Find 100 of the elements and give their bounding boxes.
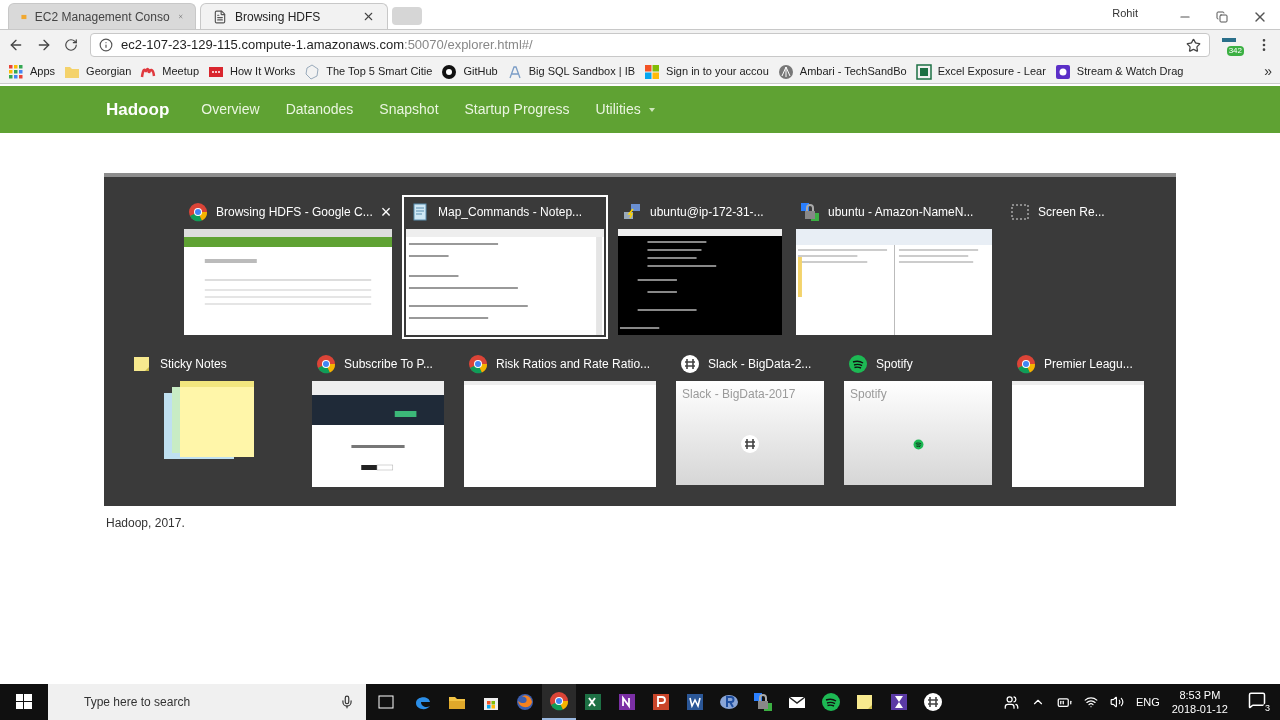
restore-icon[interactable] — [1216, 11, 1228, 23]
people-icon[interactable] — [1003, 694, 1019, 710]
url-text: ec2-107-23-129-115.compute-1.amazonaws.com:50070/explorer.html#/ — [121, 36, 533, 55]
window-thumbnail[interactable]: Sticky Notes — [124, 347, 296, 491]
window-title: Subscribe To P... — [344, 356, 434, 373]
close-icon[interactable] — [362, 10, 375, 23]
window-title: ubuntu - Amazon-NameN... — [828, 204, 975, 221]
window-thumbnail[interactable]: Browsing HDFS - Google C... × — [180, 195, 396, 339]
slack-icon — [740, 434, 760, 454]
powerpoint-icon — [651, 692, 671, 712]
footer-text: Hadoop, 2017. — [106, 515, 186, 532]
window-thumbnail[interactable]: Slack - BigData-2... Slack - BigData-2017 — [672, 347, 828, 491]
window-thumbnail[interactable]: Screen Re... — [1002, 195, 1122, 339]
bookmark-label: GitHub — [463, 64, 498, 80]
ambari-icon — [777, 63, 794, 80]
bookmark-label: Stream & Watch Drag — [1076, 64, 1184, 80]
forward-icon[interactable] — [36, 37, 52, 53]
window-thumbnail[interactable]: Subscribe To P... — [308, 347, 448, 491]
windows-icon — [644, 63, 661, 80]
firefox-icon — [515, 692, 535, 712]
tab-title: EC2 Management Conso — [34, 8, 170, 26]
word-icon — [685, 692, 705, 712]
tab-title: Browsing HDFS — [235, 8, 322, 26]
back-icon[interactable] — [8, 37, 24, 53]
bookmark-label: Apps — [30, 64, 56, 80]
browser-tab[interactable]: Browsing HDFS — [200, 3, 388, 29]
preview-title: Spotify — [850, 386, 888, 403]
bookmark-star-icon[interactable] — [1186, 37, 1201, 53]
spotify-icon — [848, 354, 868, 374]
spotify-icon — [912, 438, 924, 450]
wifi-icon[interactable] — [1083, 695, 1098, 709]
apps-icon — [8, 63, 24, 80]
lock-icon — [800, 202, 820, 222]
bookmark[interactable]: Georgian — [64, 63, 132, 80]
bookmark-label: Big SQL Sandbox | IB — [528, 64, 636, 80]
sticky-note-icon — [855, 692, 875, 712]
spotify-icon — [821, 692, 841, 712]
more-bookmarks-button[interactable]: » — [1264, 61, 1272, 82]
window-thumbnail[interactable]: Premier Leagu... — [1008, 347, 1148, 491]
info-icon[interactable] — [99, 38, 113, 52]
bookmark[interactable]: Meetup — [140, 63, 200, 80]
bookmark-label: Sign in to your accou — [666, 64, 769, 80]
bookmark-label: How It Works — [230, 64, 296, 80]
page-icon — [213, 9, 227, 24]
bookmark-label: Meetup — [162, 64, 200, 80]
bookmark-label: The Top 5 Smart Citie — [326, 64, 433, 80]
chrome-icon — [316, 354, 336, 374]
reload-icon[interactable] — [64, 38, 78, 52]
window-title: Premier Leagu... — [1044, 356, 1134, 373]
window-title: Screen Re... — [1038, 204, 1106, 221]
github-icon — [441, 63, 458, 80]
window-thumbnail[interactable]: ubuntu@ip-172-31-... — [614, 195, 786, 339]
window-thumbnail[interactable]: Spotify Spotify — [840, 347, 996, 491]
bookmark[interactable]: Sign in to your accou — [644, 63, 769, 80]
preview-title: Slack - BigData-2017 — [682, 386, 797, 403]
badge: 342 — [1226, 46, 1244, 56]
bookmark-label: Ambari - TechSandBo — [799, 64, 907, 80]
chrome-icon — [549, 691, 569, 711]
stream-icon — [1054, 63, 1071, 80]
window-thumbnail[interactable]: Risk Ratios and Rate Ratio... — [460, 347, 660, 491]
window-title: Map_Commands - Notep... — [438, 204, 584, 221]
slack-icon — [923, 692, 943, 712]
language-indicator[interactable]: ENG — [1135, 693, 1160, 711]
window-thumbnail[interactable]: ubuntu - Amazon-NameN... — [792, 195, 996, 339]
bookmark[interactable]: Big SQL Sandbox | IB — [506, 63, 636, 80]
onenote-icon — [617, 692, 637, 712]
window-title: Risk Ratios and Rate Ratio... — [496, 356, 652, 373]
bookmark-label: Georgian — [86, 64, 132, 80]
hexagon-icon — [304, 63, 321, 80]
bookmark[interactable]: GitHub — [441, 63, 498, 80]
excel-icon — [583, 692, 603, 712]
chrome-icon — [188, 202, 208, 222]
caret-icon — [648, 107, 655, 112]
address-field[interactable]: ec2-107-23-129-115.compute-1.amazonaws.com:50070/explorer.html#/ — [90, 33, 1210, 57]
window-thumbnail[interactable]: Map_Commands - Notep... — [402, 195, 608, 339]
notification-count: 3 — [1263, 703, 1272, 713]
chrome-icon — [1016, 354, 1036, 374]
bookmark[interactable]: The Top 5 Smart Citie — [304, 63, 433, 80]
search-field[interactable]: Type here to search — [48, 684, 366, 720]
bookmark[interactable]: Ambari - TechSandBo — [777, 63, 907, 80]
excel-icon — [915, 63, 932, 80]
window-title: Spotify — [876, 356, 914, 373]
bookmark[interactable]: Apps — [8, 63, 56, 80]
time-text: 8:53 PM — [1179, 688, 1221, 702]
bookmark[interactable]: Stream & Watch Drag — [1054, 63, 1184, 80]
computer-icon — [622, 202, 642, 222]
bookmark[interactable]: How It Works — [208, 63, 296, 80]
close-button[interactable]: × — [380, 203, 392, 221]
volume-icon[interactable] — [1109, 695, 1124, 709]
chrome-icon — [468, 354, 488, 374]
date-text: 2018-01-12 — [1171, 702, 1228, 716]
microphone-icon[interactable] — [340, 695, 354, 709]
window-title: ubuntu@ip-172-31-... — [650, 204, 765, 221]
r-icon — [719, 692, 739, 712]
browser-tab[interactable]: EC2 Management Conso — [8, 3, 196, 29]
bookmark[interactable]: Excel Exposure - Lear — [915, 63, 1046, 80]
taskbar-app[interactable] — [542, 684, 576, 720]
clock[interactable]: 8:53 PM 2018-01-12 — [1171, 688, 1228, 716]
slack-icon — [680, 354, 700, 374]
hourglass-icon — [889, 692, 909, 712]
